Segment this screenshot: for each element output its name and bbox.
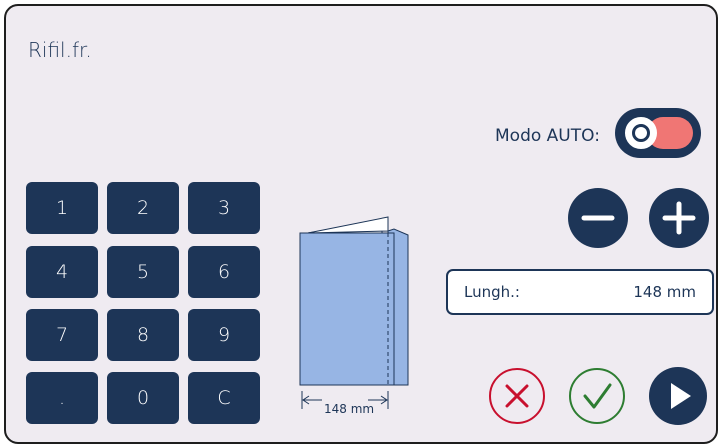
- main-panel: Rifil.fr. Modo AUTO: 1 2 3 4 5 6 7 8 9 .…: [4, 4, 718, 444]
- auto-mode-label: Modo AUTO:: [495, 126, 600, 146]
- key-8[interactable]: 8: [107, 309, 179, 361]
- key-4[interactable]: 4: [26, 246, 98, 298]
- key-1[interactable]: 1: [26, 182, 98, 234]
- auto-mode-toggle[interactable]: [615, 108, 701, 158]
- plus-icon: [662, 201, 696, 235]
- toggle-knob: [625, 117, 657, 149]
- key-0[interactable]: 0: [107, 372, 179, 424]
- length-value: 148 mm: [633, 283, 696, 301]
- booklet-illustration: [299, 216, 409, 409]
- increase-button[interactable]: [649, 188, 709, 248]
- close-icon: [505, 384, 529, 408]
- key-6[interactable]: 6: [188, 246, 260, 298]
- length-field[interactable]: Lungh.: 148 mm: [446, 269, 714, 315]
- booklet-dimension-label: 148 mm: [324, 402, 375, 416]
- key-clear[interactable]: C: [188, 372, 260, 424]
- minus-icon: [581, 215, 615, 221]
- play-icon: [671, 383, 691, 409]
- check-icon: [583, 383, 612, 409]
- key-dot[interactable]: .: [26, 372, 98, 424]
- decrease-button[interactable]: [568, 188, 628, 248]
- key-7[interactable]: 7: [26, 309, 98, 361]
- key-9[interactable]: 9: [188, 309, 260, 361]
- cancel-button[interactable]: [489, 368, 545, 424]
- start-button[interactable]: [649, 367, 707, 425]
- length-label: Lungh.:: [464, 283, 520, 301]
- key-3[interactable]: 3: [188, 182, 260, 234]
- page-title: Rifil.fr.: [28, 38, 92, 62]
- key-5[interactable]: 5: [107, 246, 179, 298]
- key-2[interactable]: 2: [107, 182, 179, 234]
- confirm-button[interactable]: [569, 368, 625, 424]
